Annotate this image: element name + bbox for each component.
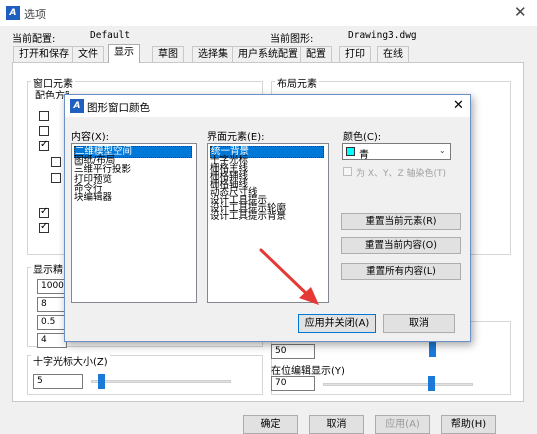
tab-display[interactable]: 显示	[108, 44, 140, 63]
color-value: 青	[359, 150, 369, 161]
tint-xyz-label: 为 X、Y、Z 轴染色(T)	[356, 169, 447, 179]
dialog-title-bar: A 图形窗口颜色 ✕	[65, 95, 470, 117]
tint-xyz-checkbox[interactable]	[343, 167, 352, 176]
title-bar: A 选项 ✕	[0, 0, 537, 26]
inplace-edit-input[interactable]: 70	[271, 376, 315, 391]
checkbox-3[interactable]	[39, 139, 49, 151]
context-listbox[interactable]: 二维模型空间 图纸/布局 三维平行投影 打印预览 命令行 块编辑器	[71, 143, 197, 303]
window-title: 选项	[24, 8, 46, 21]
color-swatch	[346, 147, 355, 156]
apply-button[interactable]: 应用(A)	[375, 415, 430, 434]
chevron-down-icon: ⌄	[439, 146, 446, 155]
tab-selection[interactable]: 选择集	[192, 46, 234, 62]
dialog-title: 图形窗口颜色	[87, 102, 150, 114]
app-icon: A	[6, 6, 20, 20]
tab-drafting[interactable]: 草图	[152, 46, 184, 62]
dialog-close-icon[interactable]: ✕	[453, 98, 464, 113]
layout-elements-label: 布局元素	[275, 75, 319, 90]
checkbox-7[interactable]	[39, 221, 49, 233]
context-item-block-editor[interactable]: 块编辑器	[74, 193, 112, 203]
reset-current-element-button[interactable]: 重置当前元素(R)	[341, 213, 461, 230]
tab-user-preferences[interactable]: 用户系统配置	[232, 46, 304, 62]
interface-element-label: 界面元素(E):	[207, 132, 265, 143]
close-icon[interactable]: ✕	[514, 3, 527, 21]
checkbox-1[interactable]	[39, 111, 49, 121]
help-button[interactable]: 帮助(H)	[441, 415, 496, 434]
dialog-app-icon: A	[70, 99, 84, 113]
display-resolution-label: 显示精	[31, 261, 65, 276]
tab-files[interactable]: 文件	[72, 46, 104, 62]
tab-open-save[interactable]: 打开和保存	[13, 46, 75, 62]
inplace-edit-track	[323, 383, 473, 386]
crosshair-size-label: 十字光标大小(Z)	[31, 353, 110, 368]
tab-online[interactable]: 在线	[377, 46, 409, 62]
current-drawing-value: Drawing3.dwg	[348, 30, 417, 41]
inplace-edit-slider[interactable]	[428, 376, 435, 391]
arc-smoothness-input[interactable]: 1000	[37, 279, 67, 294]
color-label: 颜色(C):	[343, 132, 382, 143]
tab-profiles[interactable]: 配置	[300, 46, 332, 62]
dialog-cancel-button[interactable]: 取消	[383, 314, 455, 333]
checkbox-6[interactable]	[39, 206, 49, 218]
tab-plot[interactable]: 打印	[339, 46, 371, 62]
context-label: 内容(X):	[71, 132, 110, 143]
crosshair-size-input[interactable]: 5	[33, 374, 83, 389]
ok-button[interactable]: 确定	[243, 415, 298, 434]
current-drawing-label: 当前图形:	[270, 34, 314, 45]
red-arrow-annotation	[259, 248, 319, 305]
crosshair-size-track	[91, 380, 231, 383]
reset-current-context-button[interactable]: 重置当前内容(O)	[341, 237, 461, 254]
polyline-segments-input[interactable]: 8	[37, 297, 67, 312]
checkbox-5[interactable]	[51, 173, 61, 183]
color-select[interactable]: 青 ⌄	[342, 143, 451, 161]
crosshair-size-slider[interactable]	[98, 374, 105, 389]
contour-lines-input[interactable]: 4	[37, 333, 67, 348]
xref-fade-input[interactable]: 50	[271, 344, 315, 359]
reset-all-contexts-button[interactable]: 重置所有内容(L)	[341, 263, 461, 280]
cancel-button[interactable]: 取消	[309, 415, 364, 434]
inplace-edit-label: 在位编辑显示(Y)	[271, 366, 345, 377]
rendered-smoothness-input[interactable]: 0.5	[37, 315, 67, 330]
checkbox-4[interactable]	[51, 157, 61, 167]
current-profile-label: 当前配置:	[12, 34, 56, 45]
current-profile-value: Default	[90, 30, 131, 41]
apply-and-close-button[interactable]: 应用并关闭(A)	[298, 314, 376, 333]
checkbox-2[interactable]	[39, 126, 49, 136]
element-item-tooltip-background[interactable]: 设计工具提示背景	[210, 212, 286, 222]
xref-fade-slider[interactable]	[429, 342, 436, 357]
